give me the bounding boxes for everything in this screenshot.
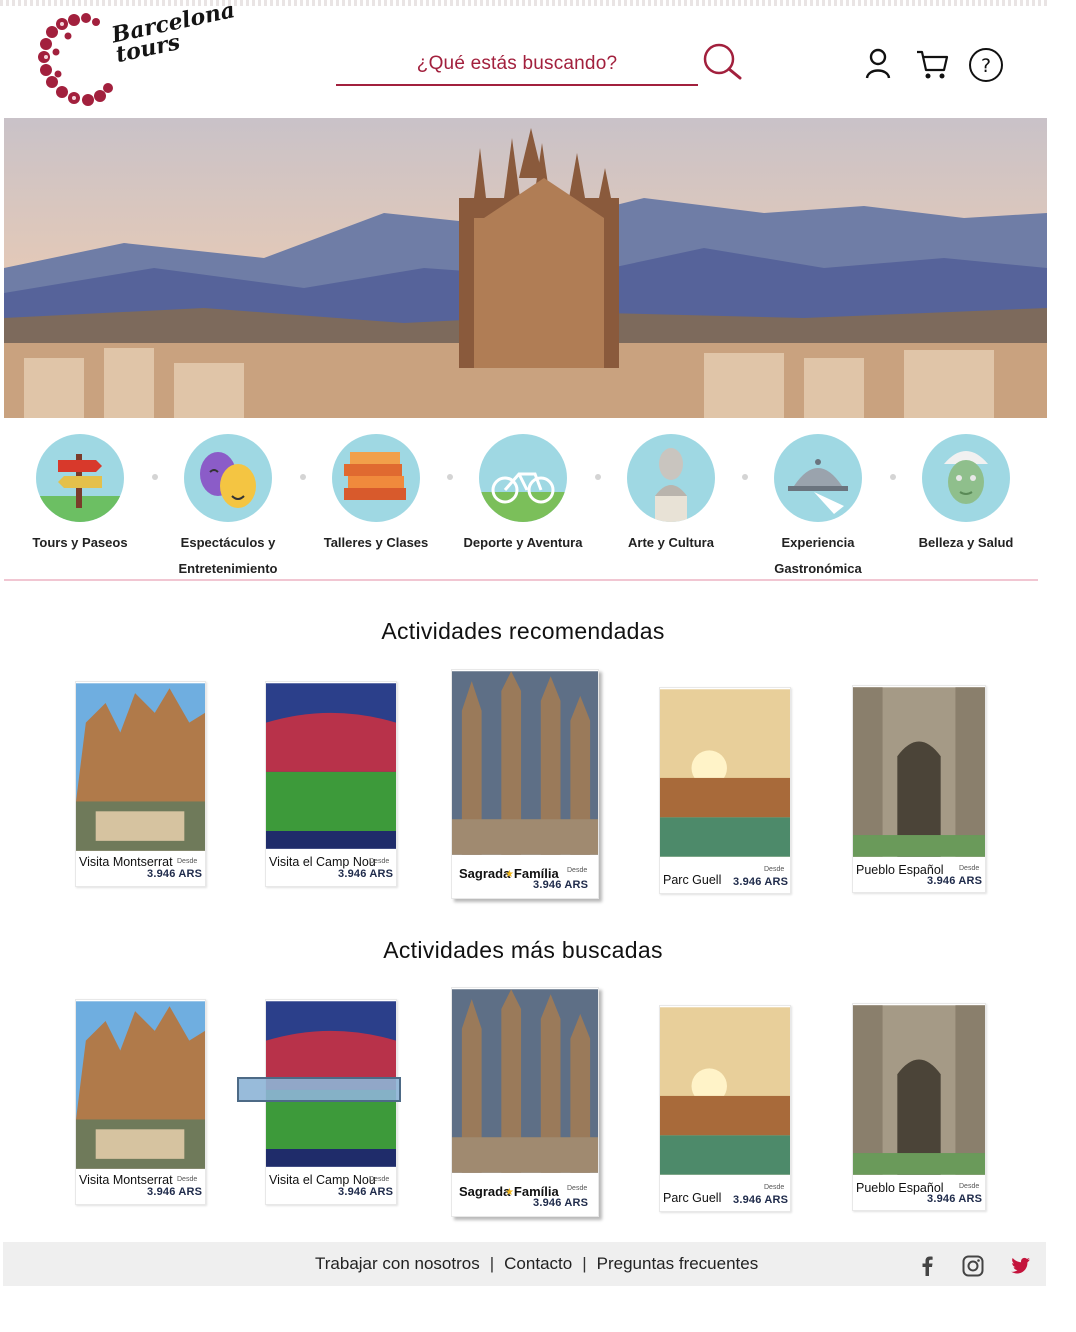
card-price: 3.946 ARS	[927, 875, 983, 887]
books-icon	[332, 434, 420, 522]
card-price: 3.946 ARS	[733, 876, 789, 888]
card-image	[76, 1001, 205, 1169]
card-desde: Desde	[177, 1176, 198, 1183]
footer-links: Trabajar con nosotros | Contacto | Pregu…	[315, 1254, 758, 1274]
category-label: Talleres y Clases	[323, 535, 429, 550]
card-desde: Desde	[369, 858, 390, 865]
help-button[interactable]: ?	[968, 47, 1004, 83]
facebook-icon	[922, 1256, 933, 1276]
footer-link-contacto[interactable]: Contacto	[504, 1254, 572, 1274]
hero-banner-sagrada-familia	[4, 118, 1047, 418]
card-image	[452, 989, 598, 1173]
category-espectaculos[interactable]: Espectáculos y Entretenimiento	[158, 434, 298, 582]
bust-statue-icon	[627, 434, 715, 522]
star-icon: ★	[505, 1187, 514, 1198]
footer-separator: |	[489, 1254, 495, 1273]
card-desde: Desde	[369, 1176, 390, 1183]
activity-card-parc-guell[interactable]: Parc Guell Desde 3.946 ARS	[659, 687, 791, 894]
cart-button[interactable]	[914, 46, 950, 82]
activity-card-montserrat[interactable]: Visita Montserrat Desde 3.946 ARS	[75, 681, 206, 887]
svg-text:?: ?	[981, 55, 991, 77]
instagram-link[interactable]	[961, 1254, 985, 1278]
category-divider	[4, 579, 1038, 581]
card-title: Parc Guell	[663, 1191, 722, 1205]
activity-card-pueblo-espanol[interactable]: Pueblo Español Desde 3.946 ARS	[852, 1003, 986, 1211]
category-belleza[interactable]: Belleza y Salud	[896, 434, 1036, 556]
brand-wordmark: Barcelona tours	[109, 0, 238, 69]
top-border	[0, 0, 1048, 6]
search-placeholder: ¿Qué estás buscando?	[416, 53, 618, 74]
card-image	[853, 687, 985, 857]
card-image	[76, 683, 205, 851]
cart-icon	[917, 50, 949, 79]
card-price: 3.946 ARS	[338, 868, 394, 880]
card-desde: Desde	[959, 865, 980, 872]
card-price: 3.946 ARS	[733, 1194, 789, 1206]
brand-logo[interactable]: Barcelona tours	[38, 0, 237, 108]
search-input[interactable]: ¿Qué estás buscando?	[336, 44, 698, 86]
category-deporte[interactable]: Deporte y Aventura	[453, 434, 593, 556]
category-carousel: Tours y Paseos Espectáculos y Entretenim…	[10, 434, 1020, 576]
category-label: Espectáculos y Entretenimiento	[178, 535, 278, 576]
card-desde: Desde	[177, 858, 198, 865]
bicycle-icon	[479, 434, 567, 522]
activity-card-pueblo-espanol[interactable]: Pueblo Español Desde 3.946 ARS	[852, 685, 986, 893]
activity-card-parc-guell[interactable]: Parc Guell Desde 3.946 ARS	[659, 1005, 791, 1212]
face-mask-icon	[922, 434, 1010, 522]
twitter-icon	[1011, 1257, 1030, 1274]
category-label: Experiencia Gastronómica	[774, 535, 862, 576]
footer-link-trabajar[interactable]: Trabajar con nosotros	[315, 1254, 480, 1274]
card-price: 3.946 ARS	[533, 879, 589, 891]
category-label: Deporte y Aventura	[463, 535, 583, 550]
footer-separator: |	[582, 1254, 587, 1273]
card-image	[660, 689, 790, 857]
card-desde: Desde	[764, 1184, 785, 1191]
card-image	[452, 671, 598, 855]
footer-link-faq[interactable]: Preguntas frecuentes	[597, 1254, 759, 1274]
card-desde: Desde	[764, 866, 785, 873]
category-tours-y-paseos[interactable]: Tours y Paseos	[10, 434, 150, 556]
card-desde: Desde	[959, 1183, 980, 1190]
instagram-icon	[962, 1255, 984, 1277]
card-title: Parc Guell	[663, 873, 722, 887]
theater-masks-icon	[184, 434, 272, 522]
star-icon: ★	[505, 869, 514, 880]
search-button[interactable]	[700, 40, 744, 84]
cloche-icon	[774, 434, 862, 522]
activity-card-montserrat[interactable]: Visita Montserrat Desde 3.946 ARS	[75, 999, 206, 1205]
facebook-link[interactable]	[915, 1254, 939, 1278]
activity-card-sagrada-familia[interactable]: Sagrada Família ★ Desde 3.946 ARS	[451, 987, 599, 1217]
card-price: 3.946 ARS	[147, 868, 203, 880]
category-label: Tours y Paseos	[32, 535, 128, 550]
account-button[interactable]	[860, 46, 896, 82]
activity-card-camp-nou[interactable]: Visita el Camp Nou Desde 3.946 ARS	[265, 999, 397, 1205]
page: Barcelona tours ¿Qué estás buscando? ? T…	[0, 0, 1076, 1332]
selection-highlight	[237, 1077, 401, 1102]
category-gastronomia[interactable]: Experiencia Gastronómica	[748, 434, 888, 582]
card-image	[853, 1005, 985, 1175]
section-title-most-searched: Actividades más buscadas	[383, 937, 663, 963]
card-price: 3.946 ARS	[147, 1186, 203, 1198]
card-desde: Desde	[567, 1185, 588, 1192]
signpost-icon	[36, 434, 124, 522]
card-price: 3.946 ARS	[533, 1197, 589, 1209]
twitter-link[interactable]	[1008, 1254, 1032, 1278]
hero-image	[4, 118, 1047, 418]
search-icon	[703, 43, 742, 80]
card-image	[266, 683, 396, 849]
activity-card-sagrada-familia[interactable]: Sagrada Família ★ Desde 3.946 ARS	[451, 669, 599, 899]
user-icon	[865, 48, 891, 79]
footer: Trabajar con nosotros | Contacto | Pregu…	[3, 1242, 1046, 1286]
activity-card-camp-nou[interactable]: Visita el Camp Nou Desde 3.946 ARS	[265, 681, 397, 887]
card-desde: Desde	[567, 867, 588, 874]
category-arte[interactable]: Arte y Cultura	[601, 434, 741, 556]
category-label: Belleza y Salud	[918, 535, 1014, 550]
category-label: Arte y Cultura	[628, 535, 714, 550]
category-talleres[interactable]: Talleres y Clases	[306, 434, 446, 556]
card-price: 3.946 ARS	[927, 1193, 983, 1205]
section-title-recommended: Actividades recomendadas	[381, 618, 665, 644]
help-icon: ?	[969, 48, 1003, 82]
card-price: 3.946 ARS	[338, 1186, 394, 1198]
card-image	[660, 1007, 790, 1175]
